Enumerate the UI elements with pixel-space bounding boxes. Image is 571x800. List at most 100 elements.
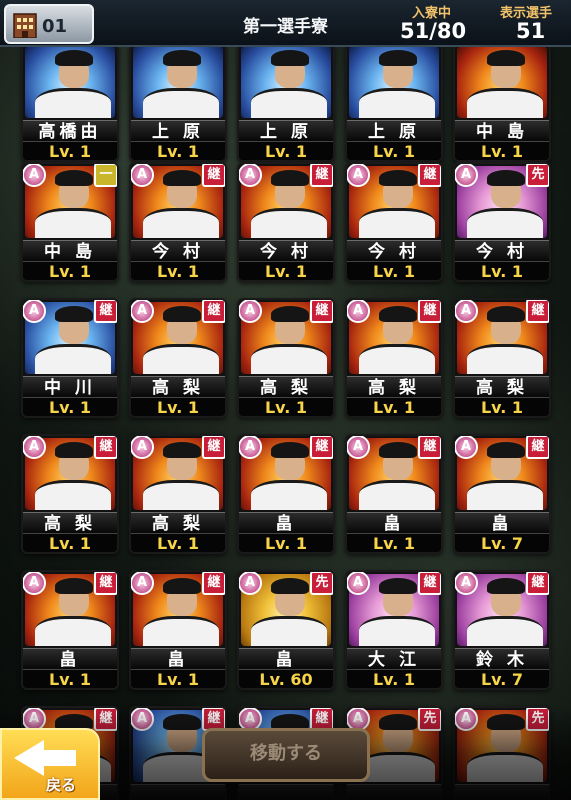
player-card[interactable]: A 継鈴 木 Lv. 7 bbox=[453, 570, 551, 690]
player-card[interactable]: A 継畠 Lv. 1 bbox=[129, 570, 227, 690]
player-name: 中 島 bbox=[455, 120, 549, 142]
player-name: 高 梨 bbox=[23, 512, 117, 534]
player-name: 畠 bbox=[239, 512, 333, 534]
jersey bbox=[359, 616, 435, 646]
player-portrait bbox=[349, 46, 439, 118]
rank-badge: A bbox=[23, 164, 46, 187]
rank-badge: A bbox=[23, 300, 46, 323]
player-card[interactable]: 上 原 Lv. 1 bbox=[345, 42, 443, 162]
jersey bbox=[251, 88, 327, 118]
player-name: 畠 bbox=[23, 648, 117, 670]
player-name: 上 原 bbox=[239, 120, 333, 142]
back-arrow-icon bbox=[14, 740, 44, 776]
rank-badge: A bbox=[23, 572, 46, 595]
cap bbox=[163, 50, 201, 66]
cap bbox=[379, 50, 417, 66]
player-card[interactable]: A 継高 梨 Lv. 1 bbox=[237, 298, 335, 418]
cap bbox=[163, 442, 201, 458]
position-tag: 継 bbox=[418, 300, 441, 323]
player-card[interactable]: A 継畠 Lv. 1 bbox=[237, 434, 335, 554]
cap bbox=[487, 170, 525, 186]
player-level: Lv. 1 bbox=[455, 262, 549, 280]
position-tag: 継 bbox=[310, 164, 333, 187]
player-card[interactable]: A 継今 村 Lv. 1 bbox=[345, 162, 443, 282]
back-button-label: 戻る bbox=[46, 776, 77, 794]
cap bbox=[487, 50, 525, 66]
player-card[interactable]: A 継高 梨 Lv. 1 bbox=[21, 434, 119, 554]
cap bbox=[487, 442, 525, 458]
player-name: 中 川 bbox=[23, 376, 117, 398]
player-card[interactable]: A 継畠 Lv. 1 bbox=[345, 434, 443, 554]
shown-players-count: 51 bbox=[516, 19, 546, 43]
header-bar: 01 第一選手寮 入寮中 51/80 表示選手 51 bbox=[0, 0, 571, 47]
player-card[interactable]: A 継高 梨 Lv. 1 bbox=[129, 434, 227, 554]
cap bbox=[379, 306, 417, 322]
player-level: Lv. 1 bbox=[239, 398, 333, 416]
player-level: Lv. 1 bbox=[347, 670, 441, 688]
rank-badge: A bbox=[455, 164, 478, 187]
rank-badge: A bbox=[131, 164, 154, 187]
position-tag: 継 bbox=[310, 436, 333, 459]
player-level: Lv. 1 bbox=[347, 142, 441, 160]
player-name: 今 村 bbox=[347, 240, 441, 262]
jersey bbox=[467, 208, 543, 238]
cap bbox=[271, 50, 309, 66]
player-name: 畠 bbox=[239, 648, 333, 670]
player-card[interactable]: A 継大 江 Lv. 1 bbox=[345, 570, 443, 690]
jersey bbox=[251, 480, 327, 510]
rank-badge: A bbox=[455, 436, 478, 459]
player-card[interactable]: A 先畠 Lv. 60 bbox=[237, 570, 335, 690]
player-name: 上 原 bbox=[347, 120, 441, 142]
player-card[interactable]: A 継畠 Lv. 1 bbox=[21, 570, 119, 690]
player-card[interactable]: 上 原 Lv. 1 bbox=[129, 42, 227, 162]
back-button[interactable]: 戻る bbox=[0, 728, 100, 800]
player-level: Lv. 1 bbox=[23, 398, 117, 416]
position-tag: 一 bbox=[94, 164, 117, 187]
rank-badge: A bbox=[347, 164, 370, 187]
player-card[interactable]: A 継高 梨 Lv. 1 bbox=[345, 298, 443, 418]
cap bbox=[487, 578, 525, 594]
jersey bbox=[467, 88, 543, 118]
position-tag: 継 bbox=[202, 300, 225, 323]
player-card[interactable]: 高橋由 Lv. 1 bbox=[21, 42, 119, 162]
player-card[interactable]: A 一中 島 Lv. 1 bbox=[21, 162, 119, 282]
cap bbox=[271, 170, 309, 186]
jersey bbox=[467, 616, 543, 646]
player-level: Lv. 1 bbox=[23, 142, 117, 160]
player-name: 高 梨 bbox=[347, 376, 441, 398]
player-name: 畠 bbox=[131, 648, 225, 670]
jersey bbox=[35, 208, 111, 238]
position-tag: 先 bbox=[310, 572, 333, 595]
player-card[interactable]: A 先今 村 Lv. 1 bbox=[453, 162, 551, 282]
player-card[interactable]: A 継高 梨 Lv. 1 bbox=[453, 298, 551, 418]
rank-badge: A bbox=[455, 572, 478, 595]
jersey bbox=[143, 208, 219, 238]
player-card-grid: 高橋由 Lv. 1上 原 Lv. 1上 原 Lv. 1上 原 Lv. 1中 島 Lv. 1… bbox=[21, 0, 551, 800]
rank-badge: A bbox=[239, 300, 262, 323]
player-card[interactable]: 中 島 Lv. 1 bbox=[453, 42, 551, 162]
cap bbox=[487, 306, 525, 322]
cap bbox=[55, 50, 93, 66]
position-tag: 継 bbox=[526, 300, 549, 323]
jersey bbox=[359, 208, 435, 238]
position-tag: 先 bbox=[526, 164, 549, 187]
jersey bbox=[467, 480, 543, 510]
player-card[interactable]: A 継畠 Lv. 7 bbox=[453, 434, 551, 554]
position-tag: 継 bbox=[202, 164, 225, 187]
player-card[interactable]: 上 原 Lv. 1 bbox=[237, 42, 335, 162]
jersey bbox=[359, 88, 435, 118]
player-name: 鈴 木 bbox=[455, 648, 549, 670]
move-button[interactable]: 移動する bbox=[202, 728, 370, 782]
rank-badge: A bbox=[239, 572, 262, 595]
rank-badge: A bbox=[131, 572, 154, 595]
player-level: Lv. 1 bbox=[23, 534, 117, 552]
player-card[interactable]: A 継今 村 Lv. 1 bbox=[237, 162, 335, 282]
jersey bbox=[143, 480, 219, 510]
rank-badge: A bbox=[347, 300, 370, 323]
player-portrait bbox=[241, 46, 331, 118]
rank-badge: A bbox=[131, 300, 154, 323]
position-tag: 継 bbox=[202, 572, 225, 595]
player-card[interactable]: A 継中 川 Lv. 1 bbox=[21, 298, 119, 418]
player-card[interactable]: A 継高 梨 Lv. 1 bbox=[129, 298, 227, 418]
player-card[interactable]: A 継今 村 Lv. 1 bbox=[129, 162, 227, 282]
